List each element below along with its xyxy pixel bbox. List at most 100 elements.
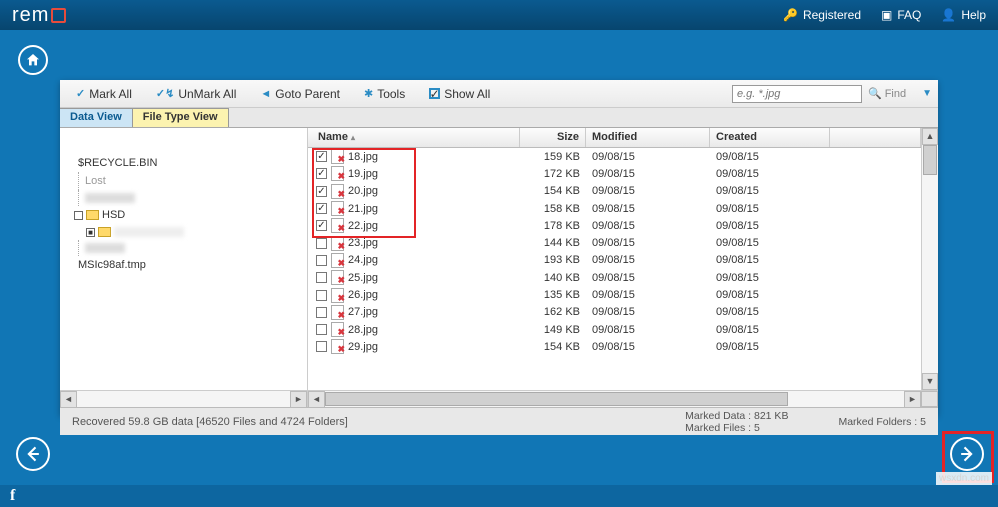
jpg-deleted-icon (331, 270, 344, 285)
scroll-left-button[interactable]: ◄ (60, 391, 77, 408)
file-checkbox[interactable] (316, 324, 327, 335)
file-created: 09/08/15 (710, 237, 830, 249)
file-checkbox[interactable] (316, 238, 327, 249)
file-checkbox[interactable] (316, 307, 327, 318)
registered-button[interactable]: 🔑Registered (783, 8, 861, 22)
file-checkbox[interactable]: ✓ (316, 220, 327, 231)
tree-item[interactable]: HSD (74, 206, 303, 224)
check-icon: ✓ (76, 87, 85, 100)
faq-button[interactable]: ▣FAQ (881, 8, 921, 22)
tree-item[interactable]: MSIc98af.tmp (74, 256, 303, 274)
prev-button[interactable] (16, 437, 50, 471)
home-button[interactable] (18, 45, 48, 75)
scroll-left-button[interactable]: ◄ (308, 391, 325, 408)
scroll-right-button[interactable]: ► (290, 391, 307, 408)
tools-button[interactable]: ✱Tools (354, 85, 415, 103)
file-checkbox[interactable] (316, 255, 327, 266)
file-name: 23.jpg (348, 237, 378, 249)
mark-all-button[interactable]: ✓Mark All (66, 85, 142, 103)
file-row[interactable]: 27.jpg162 KB09/08/1509/08/15 (308, 304, 921, 321)
file-created: 09/08/15 (710, 341, 830, 353)
tree-item[interactable]: $RECYCLE.BIN (74, 154, 303, 172)
file-size: 162 KB (520, 306, 586, 318)
jpg-deleted-icon (331, 253, 344, 268)
facebook-icon[interactable]: f (10, 487, 15, 505)
marked-files-status: Marked Files : 5 (685, 422, 788, 434)
checkbox-icon: ✓ (429, 88, 440, 99)
scroll-thumb[interactable] (923, 145, 937, 175)
file-created: 09/08/15 (710, 203, 830, 215)
tab-file-type-view[interactable]: File Type View (133, 108, 229, 127)
help-button[interactable]: 👤Help (941, 8, 986, 22)
file-row[interactable]: 29.jpg154 KB09/08/1509/08/15 (308, 338, 921, 355)
search-dropdown[interactable]: ▼ (922, 88, 932, 99)
gear-icon: ✱ (364, 87, 373, 100)
file-size: 159 KB (520, 151, 586, 163)
file-row[interactable]: 26.jpg135 KB09/08/1509/08/15 (308, 286, 921, 303)
file-row[interactable]: ✓20.jpg154 KB09/08/1509/08/15 (308, 183, 921, 200)
scroll-thumb[interactable] (325, 392, 788, 406)
logo-box-icon (51, 8, 66, 23)
file-checkbox[interactable] (316, 341, 327, 352)
file-name: 20.jpg (348, 185, 378, 197)
recovered-status: Recovered 59.8 GB data [46520 Files and … (72, 416, 348, 428)
search-input[interactable] (732, 85, 862, 103)
file-row[interactable]: 23.jpg144 KB09/08/1509/08/15 (308, 234, 921, 251)
unmark-all-button[interactable]: ✓↯UnMark All (146, 85, 246, 103)
file-modified: 09/08/15 (586, 203, 710, 215)
checked-icon[interactable]: ■ (86, 228, 95, 237)
file-checkbox[interactable] (316, 290, 327, 301)
file-row[interactable]: ✓22.jpg178 KB09/08/1509/08/15 (308, 217, 921, 234)
jpg-deleted-icon (331, 236, 344, 251)
col-modified-header[interactable]: Modified (586, 128, 710, 147)
watermark: wsxdn.com (936, 472, 992, 485)
file-size: 149 KB (520, 324, 586, 336)
next-button[interactable] (950, 437, 984, 471)
file-created: 09/08/15 (710, 220, 830, 232)
file-row[interactable]: ✓18.jpg159 KB09/08/1509/08/15 (308, 148, 921, 165)
status-bar: Recovered 59.8 GB data [46520 Files and … (60, 407, 938, 435)
arrow-left-icon (23, 444, 43, 464)
logo: rem (12, 4, 66, 27)
jpg-deleted-icon (331, 218, 344, 233)
scroll-right-button[interactable]: ► (904, 391, 921, 408)
horizontal-scrollbar[interactable]: ◄ ► ◄ ► (60, 390, 938, 407)
tree-item-blurred[interactable] (78, 240, 303, 256)
file-checkbox[interactable]: ✓ (316, 151, 327, 162)
file-modified: 09/08/15 (586, 341, 710, 353)
file-modified: 09/08/15 (586, 237, 710, 249)
tab-data-view[interactable]: Data View (60, 108, 133, 127)
file-row[interactable]: ✓19.jpg172 KB09/08/1509/08/15 (308, 165, 921, 182)
file-checkbox[interactable]: ✓ (316, 168, 327, 179)
jpg-deleted-icon (331, 305, 344, 320)
file-row[interactable]: 25.jpg140 KB09/08/1509/08/15 (308, 269, 921, 286)
collapse-icon[interactable] (74, 211, 83, 220)
col-created-header[interactable]: Created (710, 128, 830, 147)
file-created: 09/08/15 (710, 254, 830, 266)
file-name: 26.jpg (348, 289, 378, 301)
find-button[interactable]: 🔍Find (868, 87, 906, 100)
jpg-deleted-icon (331, 201, 344, 216)
tree-item[interactable]: Lost (78, 172, 303, 190)
goto-parent-button[interactable]: ◄Goto Parent (250, 85, 350, 103)
file-checkbox[interactable]: ✓ (316, 203, 327, 214)
show-all-button[interactable]: ✓Show All (419, 85, 500, 103)
file-modified: 09/08/15 (586, 272, 710, 284)
file-created: 09/08/15 (710, 289, 830, 301)
file-checkbox[interactable]: ✓ (316, 186, 327, 197)
scroll-down-button[interactable]: ▼ (922, 373, 938, 390)
file-row[interactable]: ✓21.jpg158 KB09/08/1509/08/15 (308, 200, 921, 217)
col-name-header[interactable]: Name▴ (308, 128, 520, 147)
scroll-up-button[interactable]: ▲ (922, 128, 938, 145)
file-checkbox[interactable] (316, 272, 327, 283)
tree-item-blurred[interactable] (78, 190, 303, 206)
folder-tree: $RECYCLE.BIN Lost HSD ■ MSIc98af.tmp (60, 128, 308, 390)
tree-subitem[interactable]: ■ (74, 224, 303, 240)
vertical-scrollbar[interactable]: ▲ ▼ (921, 128, 938, 390)
file-modified: 09/08/15 (586, 168, 710, 180)
col-size-header[interactable]: Size (520, 128, 586, 147)
file-created: 09/08/15 (710, 185, 830, 197)
file-row[interactable]: 24.jpg193 KB09/08/1509/08/15 (308, 252, 921, 269)
file-row[interactable]: 28.jpg149 KB09/08/1509/08/15 (308, 321, 921, 338)
file-modified: 09/08/15 (586, 289, 710, 301)
